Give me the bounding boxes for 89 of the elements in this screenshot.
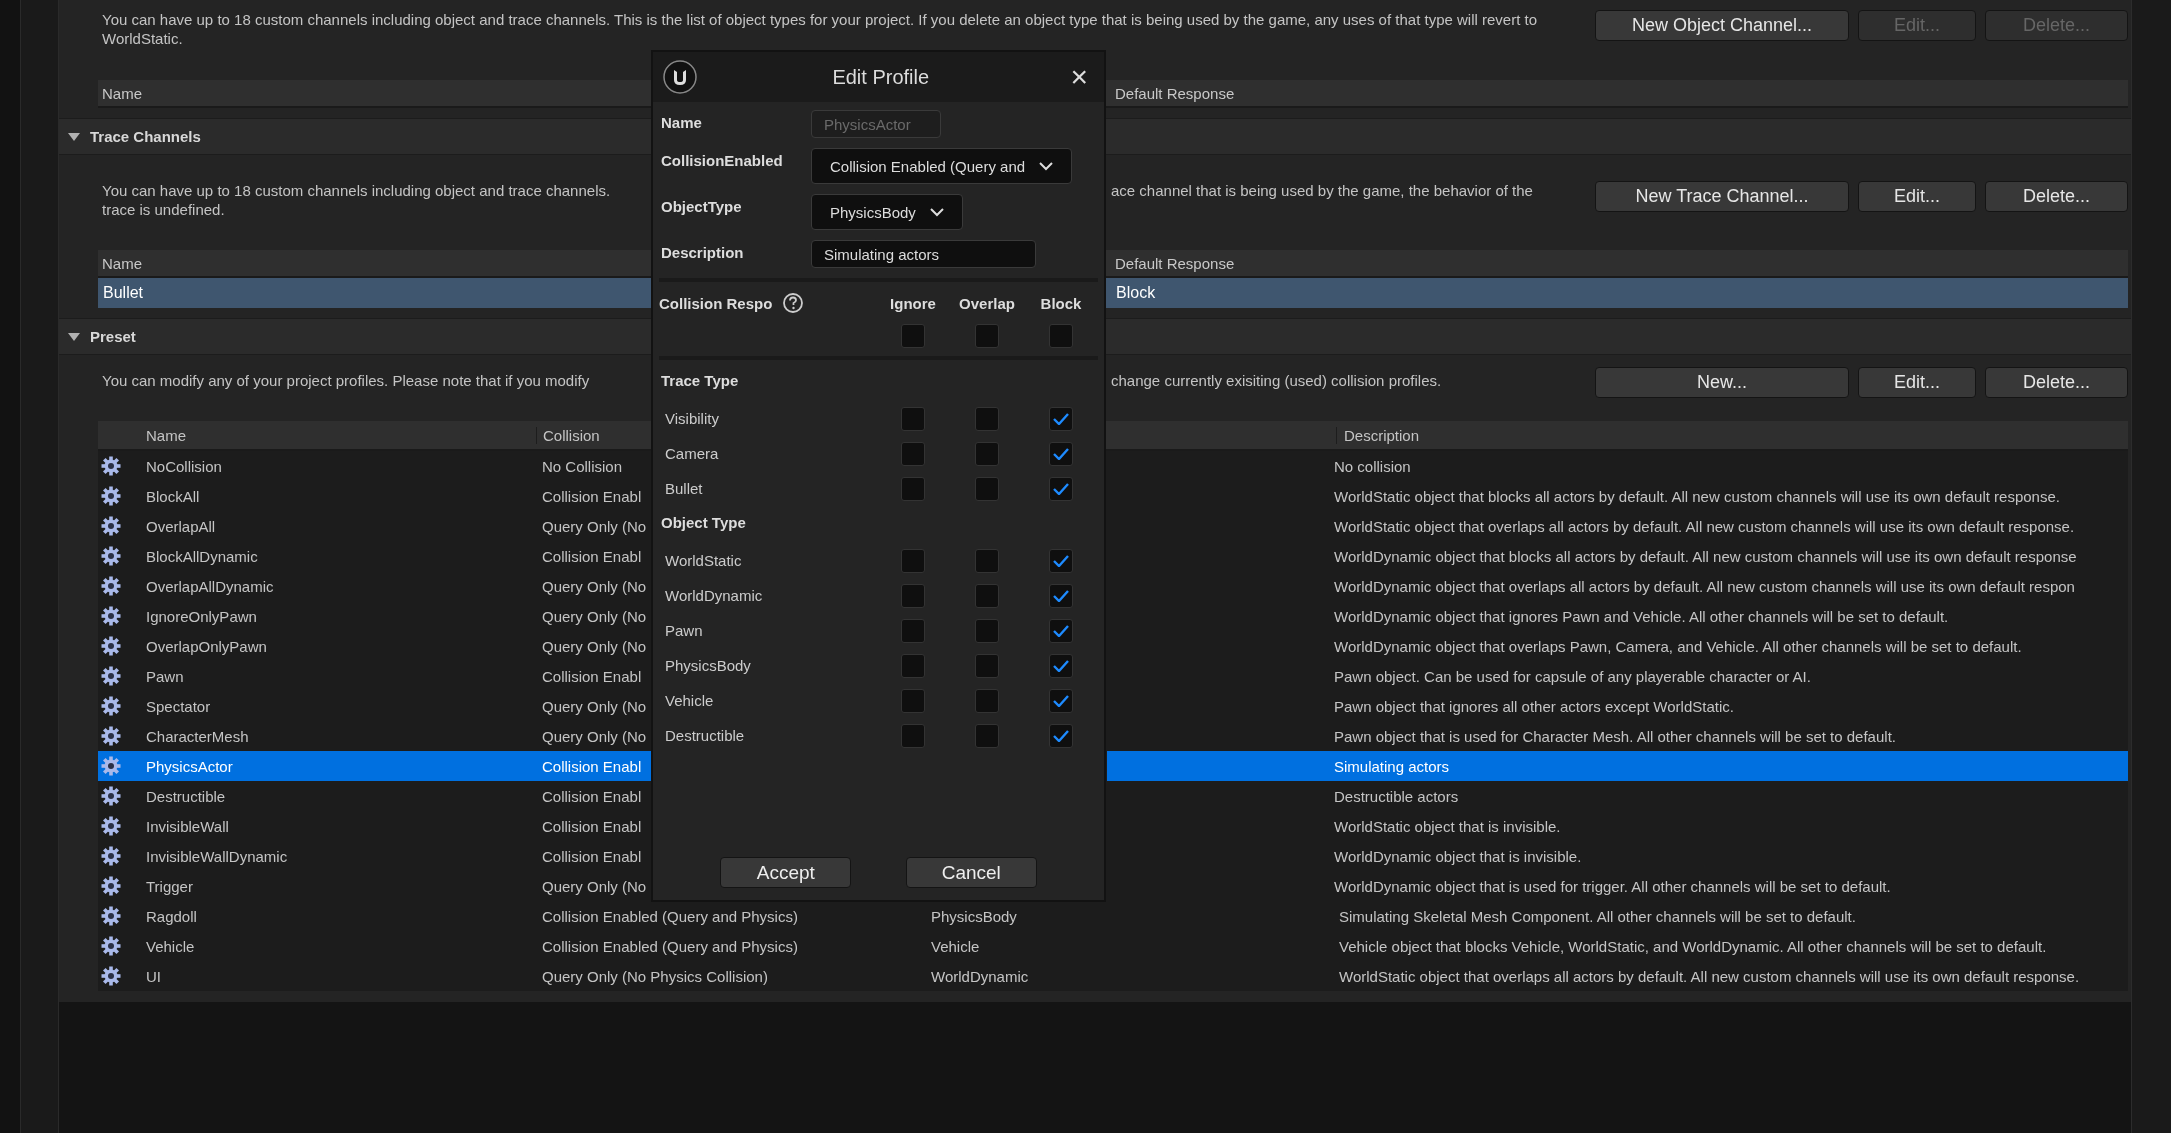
table-cell-text: WorldStatic object that overlaps all actors by default. All new custom channels will use its own default response. bbox=[1338, 967, 2080, 985]
table-cell-text: WorldStatic object that overlaps all actors by default. All new custom channels will use its own default response. bbox=[1333, 517, 2075, 535]
section-label: Trace Type bbox=[660, 371, 740, 391]
table-cell: BlockAllDynamic bbox=[146, 547, 258, 565]
row-label: WorldDynamic bbox=[664, 587, 763, 604]
description-text: You can have up to 18 custom channels including object and trace channels. bbox=[102, 181, 611, 200]
table-cell-text: Collision Enabl bbox=[541, 817, 642, 835]
table-cell-text: WorldDynamic object that overlaps Pawn, Camera, and Vehicle. All other channels will be set to default. bbox=[1333, 637, 2022, 655]
description-text: You can have up to 18 custom channels including object and trace channels. This is the list of object types for your project. If you delete an object type that is being used by the game, any uses of that type will revert to WorldStatic. bbox=[102, 10, 1538, 48]
row-label: Bullet bbox=[664, 480, 703, 497]
table-cell: UI bbox=[146, 967, 161, 985]
table-cell-text: Destructible actors bbox=[1333, 787, 1459, 805]
section-title: Preset bbox=[90, 328, 136, 345]
table-cell-text: Collision Enabled (Query and Physics) bbox=[541, 907, 798, 925]
column-header: Name bbox=[145, 426, 187, 444]
table-cell-text: WorldDynamic object that is used for trigger. All other channels will be set to default. bbox=[1333, 877, 1891, 895]
table-cell-text: Block bbox=[1115, 284, 1157, 302]
table-cell-text: Collision Enabl bbox=[541, 547, 642, 565]
table-cell: OverlapAll bbox=[146, 517, 216, 535]
table-cell-text: Query Only (No bbox=[541, 697, 647, 715]
table-cell: Trigger bbox=[146, 877, 193, 895]
description-text: change currently exisiting (used) collision profiles. bbox=[1111, 371, 1442, 390]
column-header: Name bbox=[101, 254, 143, 272]
table-cell: CharacterMesh bbox=[146, 727, 249, 745]
table-cell: Pawn bbox=[146, 667, 184, 685]
table-cell-text: WorldStatic object that blocks all actors by default. All new custom channels will use its own default response. bbox=[1333, 487, 2060, 505]
table-cell-text: Pawn object that ignores all other actors except WorldStatic. bbox=[1333, 697, 1734, 715]
column-header: Name bbox=[101, 84, 143, 102]
column-header: Description bbox=[1336, 426, 2128, 444]
table-cell-text: WorldStatic object that is invisible. bbox=[1333, 817, 1561, 835]
table-cell-text: Collision Enabl bbox=[541, 667, 642, 685]
table-cell: BlockAll bbox=[146, 487, 200, 505]
table-cell-text: Query Only (No bbox=[541, 877, 647, 895]
table-cell-text: Pawn object. Can be used for capsule of any playerable character or AI. bbox=[1333, 667, 1811, 685]
table-cell-text: Collision Enabled (Query and Physics) bbox=[541, 937, 798, 955]
table-cell: OverlapOnlyPawn bbox=[146, 637, 267, 655]
table-cell-text: WorldDynamic object that ignores Pawn and Vehicle. All other channels will be set to default. bbox=[1333, 607, 1949, 625]
description-text: trace is undefined. bbox=[102, 200, 225, 219]
field-label: ObjectType bbox=[661, 197, 743, 215]
table-cell-text: Query Only (No Physics Collision) bbox=[541, 967, 768, 985]
row-label: Vehicle bbox=[664, 692, 714, 709]
row-label: WorldStatic bbox=[664, 552, 742, 569]
table-cell: OverlapAllDynamic bbox=[146, 577, 274, 595]
table-cell: PhysicsActor bbox=[146, 757, 233, 775]
field-label: Description bbox=[661, 243, 745, 261]
table-cell: PhysicsBody bbox=[931, 907, 1017, 925]
table-cell-text: Collision Enabl bbox=[541, 757, 642, 775]
table-cell: InvisibleWall bbox=[146, 817, 229, 835]
table-cell-text: Query Only (No bbox=[541, 517, 647, 535]
table-cell: Vehicle bbox=[146, 937, 195, 955]
column-header: Default Response bbox=[1114, 254, 1236, 272]
table-cell: Vehicle bbox=[931, 937, 980, 955]
table-cell-text: Query Only (No bbox=[541, 577, 647, 595]
description-text: ace channel that is being used by the game, the behavior of the bbox=[1111, 181, 1533, 200]
table-cell-text: Pawn object that is used for Character Mesh. All other channels will be set to default. bbox=[1333, 727, 1896, 745]
table-cell-text: Query Only (No bbox=[541, 727, 647, 745]
table-cell-text: Bullet bbox=[102, 284, 145, 302]
table-cell-text: WorldDynamic object that blocks all actors by default. All new custom channels will use its own default response bbox=[1333, 547, 2077, 565]
table-cell: IgnoreOnlyPawn bbox=[146, 607, 257, 625]
row-label: Destructible bbox=[664, 727, 745, 744]
row-label: Visibility bbox=[664, 410, 719, 427]
field-label: CollisionEnabled bbox=[661, 151, 784, 169]
table-cell-text: Collision Enabl bbox=[541, 847, 642, 865]
table-cell-text: Vehicle object that blocks Vehicle, WorldStatic, and WorldDynamic. All other channels will be set to default. bbox=[1338, 937, 2047, 955]
table-cell: Ragdoll bbox=[146, 907, 197, 925]
table-cell-text: Simulating actors bbox=[1333, 757, 1450, 775]
table-cell-text: Collision Enabl bbox=[541, 787, 642, 805]
table-cell-text: Collision Enabl bbox=[541, 487, 642, 505]
table-cell-text: No Collision bbox=[541, 457, 623, 475]
row-label: PhysicsBody bbox=[664, 657, 751, 674]
field-label: Name bbox=[661, 113, 703, 131]
table-cell-text: Query Only (No bbox=[541, 637, 647, 655]
table-cell: WorldDynamic bbox=[931, 967, 1029, 985]
table-cell-text: Query Only (No bbox=[541, 607, 647, 625]
table-cell-text: WorldDynamic object that is invisible. bbox=[1333, 847, 1582, 865]
table-cell: Spectator bbox=[146, 697, 211, 715]
window-title: Edit Profile bbox=[831, 65, 931, 89]
table-cell: InvisibleWallDynamic bbox=[146, 847, 288, 865]
description-text: You can modify any of your project profiles. Please note that if you modify bbox=[102, 371, 590, 390]
table-cell: Destructible bbox=[146, 787, 226, 805]
table-cell-text: WorldDynamic object that overlaps all actors by default. All new custom channels will use its own default respon bbox=[1333, 577, 2075, 595]
table-cell-text: Simulating Skeletal Mesh Component. All other channels will be set to default. bbox=[1338, 907, 1856, 925]
row-label: Camera bbox=[664, 445, 719, 462]
row-label: Pawn bbox=[664, 622, 703, 639]
table-cell-text: No collision bbox=[1333, 457, 1411, 475]
section-title: Trace Channels bbox=[90, 128, 201, 145]
column-header: Default Response bbox=[1114, 84, 1236, 102]
table-cell: NoCollision bbox=[146, 457, 222, 475]
section-label: Object Type bbox=[660, 513, 747, 533]
